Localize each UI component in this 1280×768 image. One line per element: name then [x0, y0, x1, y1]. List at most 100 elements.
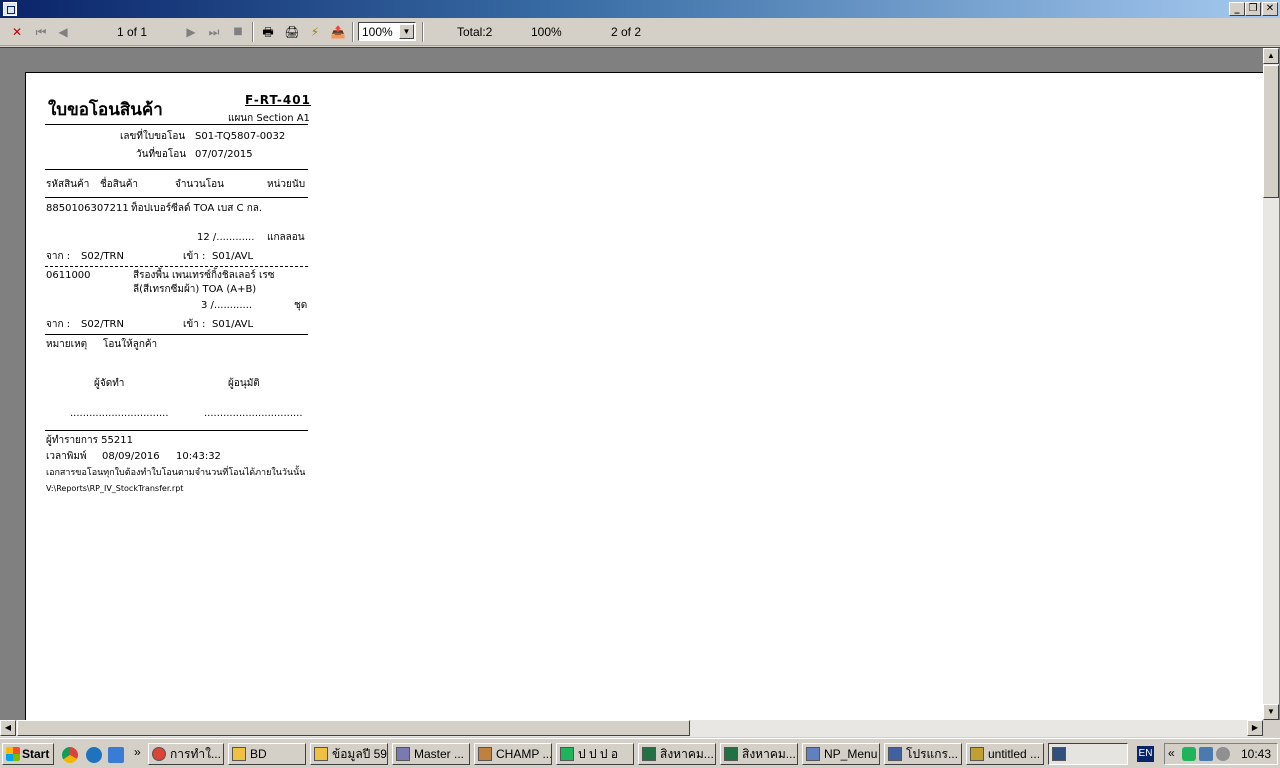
vertical-scroll-thumb[interactable] [1263, 65, 1279, 198]
app-icon [478, 747, 492, 761]
task-label: Master ... [414, 747, 465, 761]
network-icon[interactable] [1199, 747, 1213, 761]
chevron-down-icon[interactable]: ▼ [399, 24, 414, 39]
line-tray-icon[interactable] [1182, 747, 1196, 761]
task-label: untitled ... [988, 747, 1041, 761]
report-toolbar: ✕ ⏮ ◀ 1 of 1 ▶ ⏭ ■ 🖶 🖨 ⚡ 📤 100% ▼ Total:… [0, 18, 1280, 46]
from-label: จาก : [46, 319, 71, 330]
scroll-left-icon[interactable]: ◀ [0, 720, 16, 736]
print-time-label: เวลาพิมพ์ [46, 451, 87, 462]
restore-button[interactable]: ❐ [1245, 2, 1261, 16]
next-page-icon[interactable]: ▶ [183, 24, 199, 40]
report-viewer: ใบขอโอนสินค้า F-RT-401 แผนก Section A1 เ… [0, 47, 1280, 737]
language-indicator[interactable]: EN [1137, 746, 1154, 762]
chrome-icon [152, 747, 166, 761]
preparer-signature-line: ............................... [70, 408, 169, 419]
report-path: V:\Reports\RP_IV_StockTransfer.rpt [46, 484, 184, 493]
toolbar-separator [422, 22, 424, 42]
stop-icon[interactable]: ■ [230, 24, 246, 40]
export-icon[interactable]: 📤 [329, 24, 347, 40]
quicklaunch-expand-icon[interactable]: » [134, 745, 141, 759]
item-code: 0611000 [46, 270, 91, 281]
divider [45, 197, 308, 198]
volume-icon[interactable] [1216, 747, 1230, 761]
percent-read: 100% [531, 25, 562, 39]
column-header: ชื่อสินค้า [100, 179, 139, 190]
paint-icon [970, 747, 984, 761]
taskbar-item[interactable]: BD [228, 743, 306, 765]
app-icon [396, 747, 410, 761]
remark-text: โอนให้ลูกค้า [103, 339, 158, 350]
outlook-icon[interactable] [108, 747, 124, 763]
toolbar-separator [352, 22, 354, 42]
clock[interactable]: 10:43 [1241, 747, 1271, 761]
taskbar-item[interactable]: ข้อมูลปี 59 [310, 743, 388, 765]
page-indicator: 1 of 1 [117, 25, 148, 39]
item-unit: แกลลอน [267, 232, 305, 243]
divider [45, 169, 308, 170]
to-label: เข้า : [183, 319, 206, 330]
toolbar-separator [252, 22, 254, 42]
column-header: จำนวนโอน [175, 179, 224, 190]
scroll-corner [1263, 720, 1280, 737]
close-report-icon[interactable]: ✕ [9, 24, 25, 40]
taskbar-item-active[interactable] [1048, 743, 1128, 765]
item-name-line2: ลี(สีเทรกซีมผ้า) TOA (A+B) [133, 284, 257, 295]
item-qty: 12 /............ [197, 232, 255, 243]
scroll-up-icon[interactable]: ▲ [1263, 48, 1279, 64]
taskbar: Start » การทำใ... BD ข้อมูลปี 59 Master … [0, 738, 1280, 768]
report-note: เอกสารขอโอนทุกใบต้องทำใบโอนตามจำนวนที่โอ… [46, 468, 306, 478]
to-location: S01/AVL [212, 251, 254, 262]
item-separator [45, 266, 308, 267]
scroll-right-icon[interactable]: ▶ [1247, 720, 1263, 736]
taskbar-item[interactable]: ป ป ป อ [556, 743, 634, 765]
task-label: BD [250, 747, 267, 761]
start-button[interactable]: Start [2, 743, 54, 765]
remark-label: หมายเหตุ [46, 339, 88, 350]
horizontal-scrollbar[interactable]: ◀ ▶ [0, 720, 1263, 737]
task-label: การทำใ... [170, 747, 221, 761]
task-label: โปรแกร... [906, 747, 958, 761]
taskbar-item[interactable]: โปรแกร... [884, 743, 962, 765]
app-icon [806, 747, 820, 761]
operator: ผู้ทำรายการ 55211 [46, 435, 133, 446]
print-setup-icon[interactable]: 🖨 [283, 24, 301, 40]
first-page-icon[interactable]: ⏮ [33, 24, 49, 40]
app-icon[interactable] [3, 2, 17, 16]
vertical-scrollbar[interactable]: ▲ ▼ [1263, 48, 1279, 720]
divider [45, 430, 308, 431]
task-label: NP_Menu [824, 747, 878, 761]
to-location: S01/AVL [212, 319, 254, 330]
minimize-button[interactable]: _ [1229, 2, 1245, 16]
refresh-lightning-icon[interactable]: ⚡ [307, 24, 323, 40]
previous-page-icon[interactable]: ◀ [55, 24, 71, 40]
approver-signature-line: ............................... [204, 408, 303, 419]
horizontal-scroll-thumb[interactable] [17, 720, 690, 736]
taskbar-item[interactable]: untitled ... [966, 743, 1044, 765]
internet-explorer-icon[interactable] [86, 747, 102, 763]
preparer-label: ผู้จัดทำ [94, 378, 125, 389]
app-icon [1052, 747, 1066, 761]
date-label: วันที่ขอโอน [136, 149, 187, 160]
taskbar-item[interactable]: การทำใ... [148, 743, 224, 765]
print-icon[interactable]: 🖶 [259, 24, 277, 40]
last-page-icon[interactable]: ⏭ [206, 24, 222, 40]
tray-expand-icon[interactable]: « [1168, 746, 1175, 760]
chrome-icon[interactable] [62, 747, 78, 763]
divider [45, 334, 308, 335]
doc-no-label: เลขที่ใบขอโอน [120, 131, 186, 142]
excel-icon [642, 747, 656, 761]
start-label: Start [22, 747, 50, 761]
taskbar-item[interactable]: สิงหาคม... [720, 743, 798, 765]
taskbar-item[interactable]: CHAMP ... [474, 743, 552, 765]
report-title: ใบขอโอนสินค้า [48, 100, 163, 120]
item-code: 8850106307211 [46, 203, 129, 214]
scroll-down-icon[interactable]: ▼ [1263, 704, 1279, 720]
department: แผนก Section A1 [228, 113, 310, 124]
taskbar-item[interactable]: Master ... [392, 743, 470, 765]
close-window-button[interactable]: ✕ [1262, 2, 1278, 16]
taskbar-item[interactable]: สิงหาคม... [638, 743, 716, 765]
zoom-select[interactable]: 100% ▼ [358, 22, 416, 41]
print-time: 10:43:32 [176, 451, 221, 462]
taskbar-item[interactable]: NP_Menu [802, 743, 880, 765]
